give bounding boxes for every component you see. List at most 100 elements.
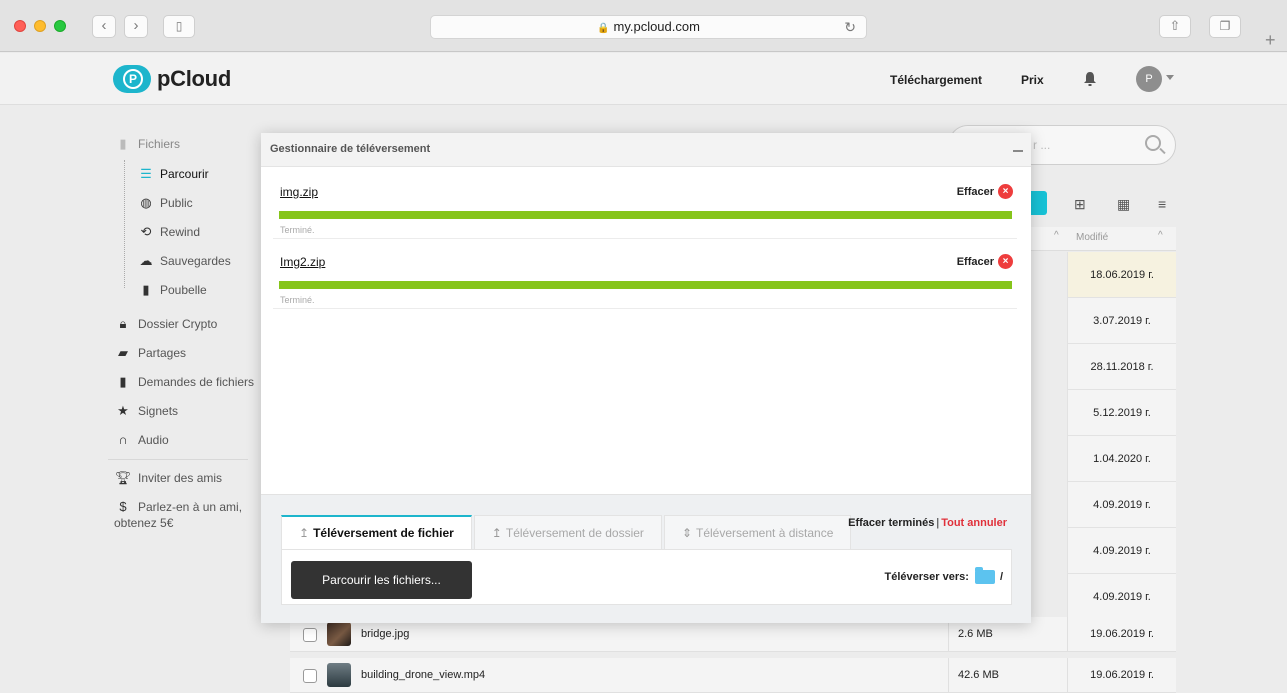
upload-item: img.zip Effacer × Terminé. (273, 169, 1017, 239)
sidebar-item-label: Dossier Crypto (138, 317, 218, 331)
sidebar-item-public[interactable]: ◍ Public (138, 195, 193, 211)
tab-label: Téléversement de dossier (505, 526, 644, 540)
cancel-all-link[interactable]: Tout annuler (941, 517, 1007, 529)
progress-fill (279, 211, 1012, 219)
app-header: P pCloud Téléchargement Prix P (0, 53, 1287, 105)
trash-icon: ▮ (142, 282, 150, 297)
sidebar-item-label: Partages (138, 346, 187, 360)
file-size: 42.6 MB (958, 669, 999, 681)
upload-file-name[interactable]: Img2.zip (280, 255, 325, 269)
folder-icon (974, 567, 995, 584)
logo-letter: P (123, 69, 143, 89)
modified-cell: 3.07.2019 г. (1067, 298, 1176, 344)
globe-icon: ◍ (140, 195, 152, 210)
close-window-button[interactable] (14, 20, 26, 32)
sidebar-item-browse[interactable]: ☰ Parcourir (138, 167, 209, 182)
sidebar-item-label: Inviter des amis (138, 471, 223, 485)
new-folder-icon[interactable]: ⊞ (1074, 196, 1086, 213)
tab-remote-upload[interactable]: ⇕ Téléversement à distance (663, 515, 852, 550)
sidebar-item-refer[interactable]: $ Parlez-en à un ami, (114, 500, 243, 515)
row-checkbox[interactable] (303, 669, 317, 683)
sidebar-item-crypto[interactable]: 🔒︎ Dossier Crypto (114, 316, 218, 332)
tab-file-upload[interactable]: ↥ Téléversement de fichier (281, 515, 472, 550)
browse-files-button[interactable]: Parcourir les fichiers... (291, 561, 472, 599)
bell-icon[interactable] (1083, 71, 1097, 87)
sidebar-item-label: Poubelle (160, 283, 207, 297)
upload-button-edge[interactable] (1031, 191, 1047, 215)
chevron-up-icon[interactable]: ^ (1054, 230, 1059, 241)
pricing-link[interactable]: Prix (1021, 73, 1044, 87)
chevron-up-icon[interactable]: ^ (1158, 230, 1163, 241)
tabs-overview-button[interactable]: ❐ (1209, 15, 1241, 38)
link-icon: ⇕ (681, 526, 692, 540)
clear-finished-link[interactable]: Effacer terminés (848, 517, 934, 529)
chevron-right-icon: › (133, 17, 139, 34)
forward-button[interactable]: › (124, 15, 148, 38)
sidebar-item-audio[interactable]: ∩ Audio (114, 432, 168, 448)
pcloud-logo[interactable]: P pCloud (113, 65, 231, 93)
browser-toolbar: ‹ › ▯ 🔒 my.pcloud.com ↻ ⇧ ❐ + (0, 0, 1287, 52)
separator: | (936, 517, 940, 529)
address-bar[interactable]: 🔒 my.pcloud.com ↻ (430, 15, 867, 39)
star-icon: ★ (117, 403, 129, 418)
search-placeholder: r ... (1033, 138, 1051, 152)
upload-destination[interactable]: Téléverser vers: / (885, 567, 1003, 584)
share-button[interactable]: ⇧ (1159, 15, 1191, 38)
lock-icon: 🔒 (597, 23, 610, 34)
chevron-down-icon[interactable] (1166, 75, 1174, 80)
download-link[interactable]: Téléchargement (890, 73, 982, 87)
file-date: 19.06.2019 г. (1090, 669, 1154, 681)
sidebar-item-label: Public (160, 196, 193, 210)
row-checkbox[interactable] (303, 628, 317, 642)
clear-label: Effacer (956, 185, 994, 198)
sidebar-item-backups[interactable]: ☁ Sauvegardes (138, 254, 231, 269)
zoom-window-button[interactable] (54, 20, 66, 32)
minimize-window-button[interactable] (34, 20, 46, 32)
table-row[interactable]: building_drone_view.mp4 42.6 MB 19.06.20… (290, 658, 1176, 693)
sidebar-item-invite[interactable]: 🏆︎ Inviter des amis (114, 471, 223, 486)
share-folder-icon: ▰ (118, 345, 128, 360)
sidebar-item-rewind[interactable]: ⟲ Rewind (138, 224, 200, 240)
sidebar-divider (108, 459, 248, 460)
clear-upload-button[interactable]: Effacer × (957, 184, 1013, 199)
lock-icon: 🔒︎ (119, 316, 127, 331)
progress-fill (279, 281, 1012, 289)
url-text: my.pcloud.com (613, 19, 700, 34)
tab-label: Téléversement de fichier (313, 526, 454, 540)
headphones-icon: ∩ (118, 432, 128, 447)
sidebar-item-files[interactable]: ▮ Fichiers (114, 137, 181, 152)
destination-path: / (999, 571, 1003, 583)
new-tab-button[interactable]: + (1265, 30, 1276, 51)
sidebar-item-bookmarks[interactable]: ★ Signets (114, 403, 178, 419)
progress-bar (279, 211, 1012, 219)
back-button[interactable]: ‹ (92, 15, 116, 38)
file-name[interactable]: building_drone_view.mp4 (361, 669, 485, 681)
modified-cell: 1.04.2020 г. (1067, 436, 1176, 482)
sidebar-item-shares[interactable]: ▰ Partages (114, 345, 187, 361)
sidebar-item-label: Parlez-en à un ami, (138, 500, 243, 514)
sidebar-item-label: Sauvegardes (160, 254, 231, 268)
reload-icon[interactable]: ↻ (844, 16, 856, 38)
file-size: 2.6 MB (958, 628, 993, 640)
column-modified[interactable]: Modifié (1076, 232, 1108, 243)
sidebar-toggle-button[interactable]: ▯ (163, 15, 195, 38)
upload-arrow-icon: ↥ (491, 526, 502, 540)
upload-file-name[interactable]: img.zip (280, 185, 318, 199)
close-icon[interactable]: × (998, 184, 1013, 199)
modified-cell: 4.09.2019 г. (1067, 482, 1176, 528)
file-name[interactable]: bridge.jpg (361, 628, 409, 640)
close-icon[interactable]: × (998, 254, 1013, 269)
search-icon[interactable] (1145, 135, 1161, 151)
clear-upload-button[interactable]: Effacer × (957, 254, 1013, 269)
sort-icon[interactable]: ≡ (1158, 196, 1166, 212)
upload-item: Img2.zip Effacer × Terminé. (273, 239, 1017, 309)
sidebar-item-file-requests[interactable]: ▮ Demandes de fichiers (114, 375, 255, 390)
minimize-icon[interactable] (1013, 150, 1023, 152)
tab-folder-upload[interactable]: ↥ Téléversement de dossier (473, 515, 662, 550)
sidebar-item-trash[interactable]: ▮ Poubelle (138, 282, 207, 298)
grid-view-icon[interactable]: ▦ (1117, 196, 1130, 213)
avatar[interactable]: P (1136, 66, 1162, 92)
sidebar-item-label: Fichiers (138, 137, 181, 151)
rewind-icon: ⟲ (140, 224, 152, 239)
sidebar-item-label: Demandes de fichiers (138, 375, 255, 389)
